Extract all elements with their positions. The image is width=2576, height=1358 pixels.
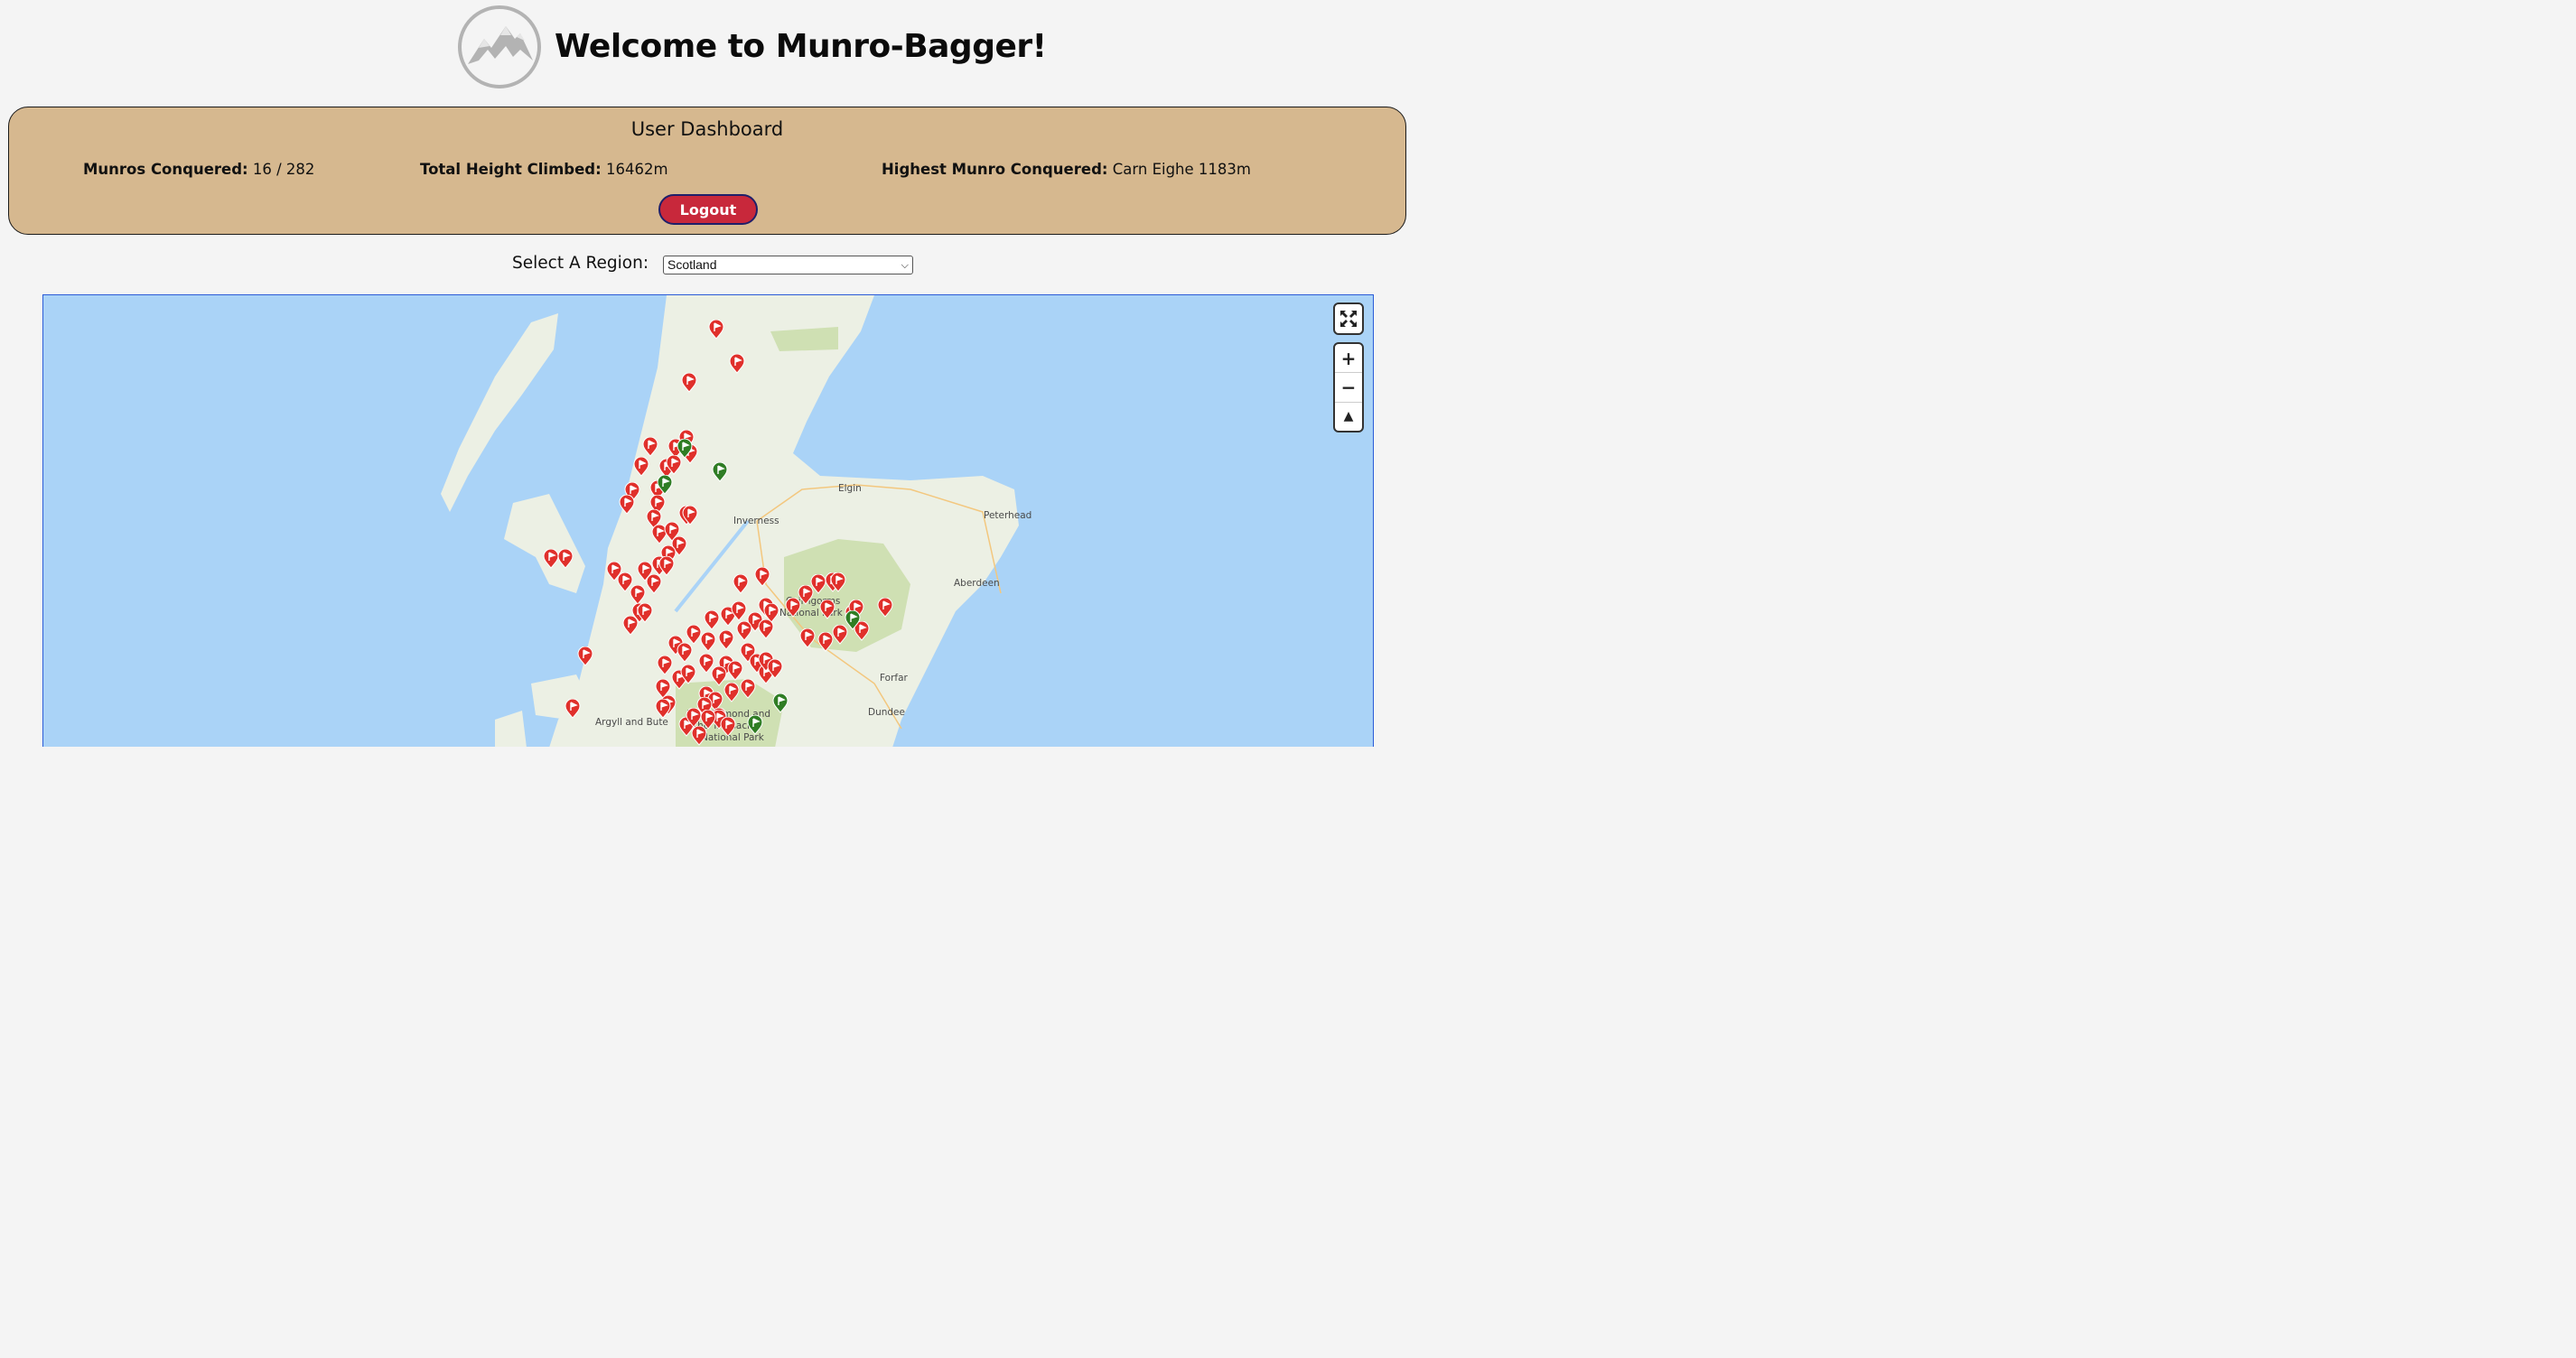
- zoom-out-button[interactable]: −: [1335, 373, 1362, 401]
- munro-marker[interactable]: [727, 661, 743, 681]
- munro-marker[interactable]: [799, 628, 816, 648]
- munro-marker[interactable]: [729, 354, 745, 374]
- munros-conquered-stat: Munros Conquered: 16 / 282: [83, 161, 314, 178]
- munro-marker[interactable]: [758, 619, 774, 639]
- user-dashboard: User Dashboard Munros Conquered: 16 / 28…: [8, 107, 1406, 235]
- munro-marker[interactable]: [740, 679, 756, 699]
- zoom-in-button[interactable]: +: [1335, 344, 1362, 372]
- zoom-controls: + − ▲: [1333, 342, 1364, 433]
- munro-marker[interactable]: [798, 585, 814, 605]
- total-height-stat: Total Height Climbed: 16462m: [420, 161, 668, 178]
- map-label-dundee: Dundee: [868, 707, 905, 718]
- total-height-label: Total Height Climbed:: [420, 161, 602, 178]
- munro-marker[interactable]: [577, 646, 593, 666]
- climbed-munro-marker[interactable]: [677, 439, 693, 459]
- map-label-forfar: Forfar: [880, 673, 908, 684]
- map-view[interactable]: Elgin Inverness Peterhead Aberdeen Cairn…: [42, 294, 1374, 747]
- region-selector-row: Select A Region: Scotland ⌵: [0, 253, 1416, 278]
- logout-button[interactable]: Logout: [658, 194, 758, 225]
- munro-marker[interactable]: [658, 556, 675, 576]
- munro-marker[interactable]: [619, 495, 635, 515]
- region-select-value: Scotland: [667, 257, 717, 272]
- chevron-down-icon: ⌵: [901, 260, 909, 271]
- munro-marker[interactable]: [655, 699, 671, 719]
- map-label-peterhead: Peterhead: [984, 510, 1032, 521]
- region-label: Select A Region:: [512, 254, 649, 273]
- munros-conquered-value: 16 / 282: [252, 161, 315, 178]
- dashboard-title: User Dashboard: [630, 118, 784, 140]
- map-label-aberdeen: Aberdeen: [954, 578, 1000, 589]
- munros-conquered-label: Munros Conquered:: [83, 161, 248, 178]
- climbed-munro-marker[interactable]: [747, 715, 763, 735]
- climbed-munro-marker[interactable]: [845, 610, 861, 630]
- munro-marker[interactable]: [642, 437, 658, 457]
- page: Welcome to Munro-Bagger! User Dashboard …: [0, 0, 1416, 747]
- munro-marker[interactable]: [682, 506, 698, 526]
- munro-marker[interactable]: [680, 665, 696, 684]
- climbed-munro-marker[interactable]: [657, 475, 673, 495]
- munro-marker[interactable]: [767, 659, 783, 679]
- compass-reset-button[interactable]: ▲: [1335, 403, 1362, 431]
- munro-marker[interactable]: [723, 683, 740, 702]
- munro-marker[interactable]: [565, 699, 581, 719]
- munro-marker[interactable]: [736, 621, 752, 641]
- munro-marker[interactable]: [646, 574, 662, 594]
- fullscreen-icon: [1335, 304, 1362, 333]
- region-select[interactable]: Scotland ⌵: [663, 256, 913, 274]
- munro-marker[interactable]: [733, 574, 749, 594]
- munro-marker[interactable]: [720, 717, 736, 737]
- munro-marker[interactable]: [708, 320, 724, 340]
- munro-marker[interactable]: [681, 373, 697, 393]
- munro-marker[interactable]: [700, 632, 716, 652]
- fullscreen-button[interactable]: [1333, 302, 1364, 335]
- munro-marker[interactable]: [557, 549, 574, 569]
- highest-munro-label: Highest Munro Conquered:: [882, 161, 1108, 178]
- munro-marker[interactable]: [731, 601, 747, 621]
- map-basemap: [441, 295, 1019, 747]
- mountain-logo-icon: [457, 5, 542, 89]
- munro-marker[interactable]: [819, 600, 835, 619]
- map-label-inverness: Inverness: [733, 516, 779, 526]
- total-height-value: 16462m: [605, 161, 668, 178]
- munro-marker[interactable]: [630, 585, 646, 605]
- munro-marker[interactable]: [718, 630, 734, 650]
- munro-marker[interactable]: [637, 603, 653, 623]
- munro-marker[interactable]: [704, 610, 720, 630]
- highest-munro-stat: Highest Munro Conquered: Carn Eighe 1183…: [882, 161, 1251, 178]
- highest-munro-value: Carn Eighe 1183m: [1112, 161, 1251, 178]
- munro-marker[interactable]: [877, 598, 893, 618]
- munro-marker[interactable]: [700, 710, 716, 730]
- munro-marker[interactable]: [830, 572, 846, 592]
- munro-marker[interactable]: [633, 457, 649, 477]
- header: Welcome to Munro-Bagger!: [0, 0, 1416, 95]
- climbed-munro-marker[interactable]: [712, 462, 728, 482]
- page-title: Welcome to Munro-Bagger!: [555, 28, 1047, 65]
- climbed-munro-marker[interactable]: [772, 693, 789, 713]
- munro-marker[interactable]: [677, 643, 693, 663]
- map-label-elgin: Elgin: [838, 483, 862, 494]
- munro-marker[interactable]: [754, 567, 770, 587]
